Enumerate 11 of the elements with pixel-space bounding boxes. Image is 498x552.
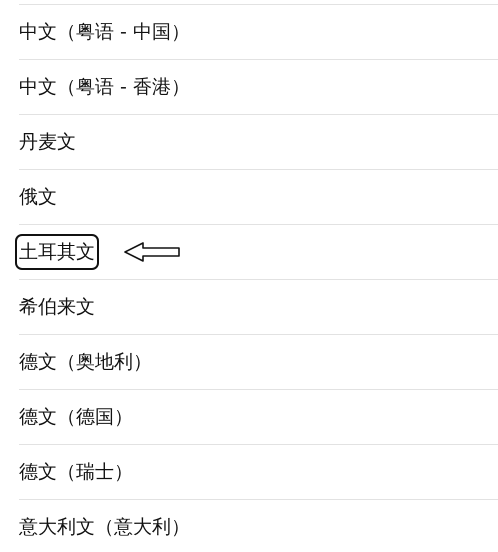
arrow-icon: [123, 241, 181, 263]
language-item[interactable]: 希伯来文: [15, 289, 99, 325]
language-item[interactable]: 德文（奥地利）: [15, 344, 156, 380]
language-item[interactable]: 德文（德国）: [15, 399, 137, 435]
language-item[interactable]: 德文（瑞士）: [15, 454, 137, 490]
language-item[interactable]: 意大利文（意大利）: [15, 509, 194, 545]
language-item[interactable]: 中文（粤语 - 中国）: [15, 14, 194, 50]
language-item[interactable]: 丹麦文: [15, 124, 80, 160]
language-item[interactable]: 土耳其文: [15, 234, 99, 270]
language-item[interactable]: 俄文: [15, 179, 61, 215]
language-item[interactable]: 中文（粤语 - 香港）: [15, 69, 194, 105]
